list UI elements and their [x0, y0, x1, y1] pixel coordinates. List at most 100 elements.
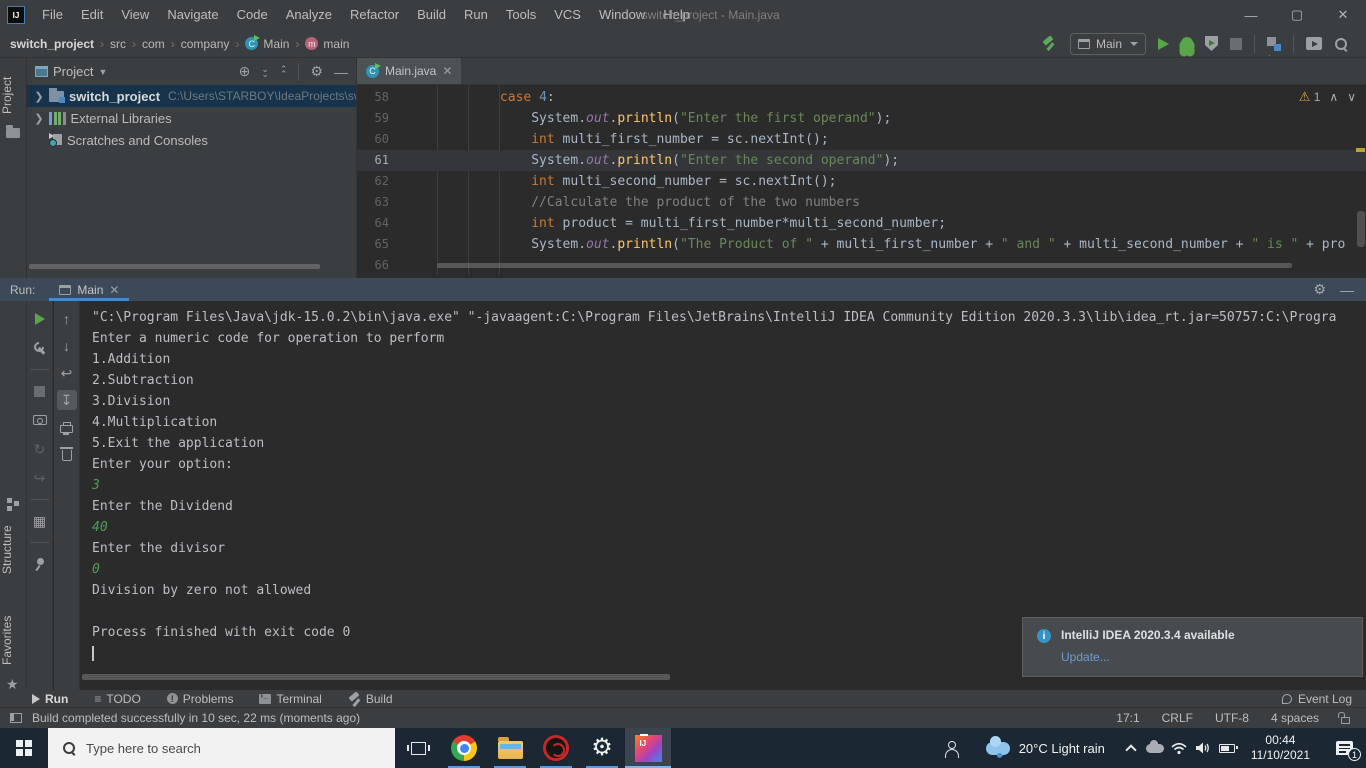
weather-widget[interactable]: 20°C Light rain	[972, 728, 1119, 768]
code-line-60[interactable]: 60 int multi_first_number = sc.nextInt()…	[357, 129, 1366, 150]
run-configuration-select[interactable]: Main	[1069, 32, 1146, 55]
console-horizontal-scrollbar[interactable]	[82, 674, 670, 680]
restart-icon[interactable]: ↻	[30, 439, 50, 459]
line-ending[interactable]: CRLF	[1162, 711, 1193, 725]
stop-button[interactable]	[30, 381, 50, 401]
project-horizontal-scrollbar[interactable]	[29, 264, 320, 269]
taskbar-settings-button[interactable]: ⚙	[579, 728, 625, 768]
editor-tab-main-java[interactable]: C Main.java ✕	[357, 58, 462, 84]
indent-setting[interactable]: 4 spaces	[1271, 711, 1319, 725]
error-stripe-warning-mark[interactable]	[1356, 148, 1365, 152]
pin-tab-icon[interactable]	[30, 554, 50, 574]
run-button[interactable]	[1158, 37, 1169, 50]
exit-icon[interactable]: ↪	[30, 468, 50, 488]
menu-edit[interactable]: Edit	[72, 7, 112, 22]
minimize-button[interactable]: —	[1228, 0, 1274, 30]
tool-window-problems-button[interactable]: ! Problems	[166, 692, 233, 706]
tool-window-todo-button[interactable]: ≡ TODO	[94, 692, 140, 706]
breadcrumb-method[interactable]: m main	[305, 37, 349, 51]
debug-button[interactable]	[1181, 36, 1193, 51]
tool-window-terminal-button[interactable]: Terminal	[259, 691, 322, 706]
inspection-widget[interactable]: ⚠ 1 ∧ ∨	[1299, 89, 1356, 105]
line-number[interactable]: 64	[357, 213, 398, 234]
menu-view[interactable]: View	[112, 7, 158, 22]
run-tab-main[interactable]: Main ✕	[49, 278, 130, 301]
code-line-65[interactable]: 65 System.out.println("The Product of " …	[357, 234, 1366, 255]
code-line-58[interactable]: 58 case 4:	[357, 87, 1366, 108]
tray-expand-button[interactable]	[1119, 728, 1143, 768]
tree-item-project-root[interactable]: ❯ switch_project C:\Users\STARBOY\IdeaPr…	[27, 85, 356, 107]
up-stack-trace-icon[interactable]: ↑	[57, 309, 77, 329]
build-hammer-icon[interactable]	[1042, 36, 1058, 52]
line-number[interactable]: 60	[357, 129, 398, 150]
code-line-62[interactable]: 62 int multi_second_number = sc.nextInt(…	[357, 171, 1366, 192]
print-icon[interactable]	[57, 417, 77, 437]
tool-window-structure-tab[interactable]: Structure	[0, 520, 27, 580]
edit-configuration-icon[interactable]	[30, 338, 50, 358]
breadcrumb-company[interactable]: company	[181, 37, 230, 51]
menu-tools[interactable]: Tools	[497, 7, 545, 22]
tool-window-run-icon[interactable]	[1306, 37, 1322, 50]
caret-position[interactable]: 17:1	[1116, 711, 1139, 725]
task-view-button[interactable]	[395, 728, 441, 768]
coverage-button[interactable]	[1205, 36, 1218, 51]
code-line-63[interactable]: 63 //Calculate the product of the two nu…	[357, 192, 1366, 213]
action-center-button[interactable]: 1	[1322, 728, 1366, 768]
breadcrumb-switch_project[interactable]: switch_project	[10, 37, 94, 51]
event-log-button[interactable]: Event Log	[1281, 692, 1366, 706]
close-button[interactable]: ✕	[1320, 0, 1366, 30]
line-number[interactable]: 58	[357, 87, 398, 108]
code-editor[interactable]: 58 case 4: 59 System.out.println("Enter t…	[357, 85, 1366, 278]
file-encoding[interactable]: UTF-8	[1215, 711, 1249, 725]
close-tab-icon[interactable]: ✕	[109, 283, 119, 297]
tree-item-external-libraries[interactable]: ❯ External Libraries	[27, 107, 356, 129]
hide-panel-icon[interactable]: —	[1340, 282, 1354, 298]
expand-all-icon[interactable]: ⌄ ⌄	[261, 64, 269, 78]
restore-layout-icon[interactable]: ▦	[30, 511, 50, 531]
stop-button[interactable]	[1230, 37, 1242, 50]
chevron-right-icon[interactable]: ❯	[31, 112, 47, 125]
code-line-64[interactable]: 64 int product = multi_first_number*mult…	[357, 213, 1366, 234]
people-button[interactable]	[932, 728, 972, 768]
tool-window-toggle-icon[interactable]	[10, 713, 22, 723]
line-number[interactable]: 65	[357, 234, 398, 255]
line-number[interactable]: 62	[357, 171, 398, 192]
taskbar-clock[interactable]: 00:44 11/10/2021	[1239, 733, 1322, 763]
taskbar-red-app-button[interactable]	[533, 728, 579, 768]
taskbar-intellij-button[interactable]: IJ	[625, 728, 671, 768]
settings-gear-icon[interactable]: ⚙	[1313, 281, 1326, 298]
menu-build[interactable]: Build	[408, 7, 455, 22]
thread-dump-icon[interactable]	[30, 410, 50, 430]
menu-navigate[interactable]: Navigate	[158, 7, 227, 22]
start-button[interactable]	[0, 728, 48, 768]
soft-wrap-icon[interactable]: ↩	[57, 363, 77, 383]
prev-error-icon[interactable]: ∧	[1329, 90, 1338, 104]
taskbar-search-input[interactable]: Type here to search	[48, 728, 395, 768]
menu-code[interactable]: Code	[228, 7, 277, 22]
collapse-all-icon[interactable]: ⌃ ⌃	[280, 64, 288, 78]
line-number[interactable]: 66	[357, 255, 398, 276]
network-tray-icon[interactable]	[1167, 728, 1191, 768]
editor-horizontal-scrollbar[interactable]	[437, 263, 1292, 268]
locate-file-icon[interactable]: ⊕	[239, 63, 251, 80]
battery-tray-icon[interactable]	[1215, 728, 1239, 768]
menu-file[interactable]: File	[33, 7, 72, 22]
clear-console-icon[interactable]	[57, 444, 77, 464]
tool-window-favorites-tab[interactable]: Favorites	[0, 610, 27, 670]
tree-item-scratches[interactable]: Scratches and Consoles	[27, 129, 356, 151]
code-line-61[interactable]: 61 System.out.println("Enter the second …	[357, 150, 1366, 171]
tool-window-build-button[interactable]: Build	[348, 692, 393, 706]
rerun-button[interactable]	[30, 309, 50, 329]
line-number[interactable]: 59	[357, 108, 398, 129]
project-view-select[interactable]: Project ▼	[35, 64, 107, 79]
code-line-59[interactable]: 59 System.out.println("Enter the first o…	[357, 108, 1366, 129]
menu-refactor[interactable]: Refactor	[341, 7, 408, 22]
down-stack-trace-icon[interactable]: ↓	[57, 336, 77, 356]
tool-window-project-tab[interactable]: Project	[0, 70, 27, 120]
menu-analyze[interactable]: Analyze	[277, 7, 341, 22]
menu-run[interactable]: Run	[455, 7, 497, 22]
scroll-to-end-icon[interactable]: ↧	[56, 390, 77, 410]
tool-window-run-button[interactable]: Run	[32, 692, 68, 706]
maximize-button[interactable]: ▢	[1274, 0, 1320, 30]
hide-panel-icon[interactable]: —	[334, 64, 348, 80]
